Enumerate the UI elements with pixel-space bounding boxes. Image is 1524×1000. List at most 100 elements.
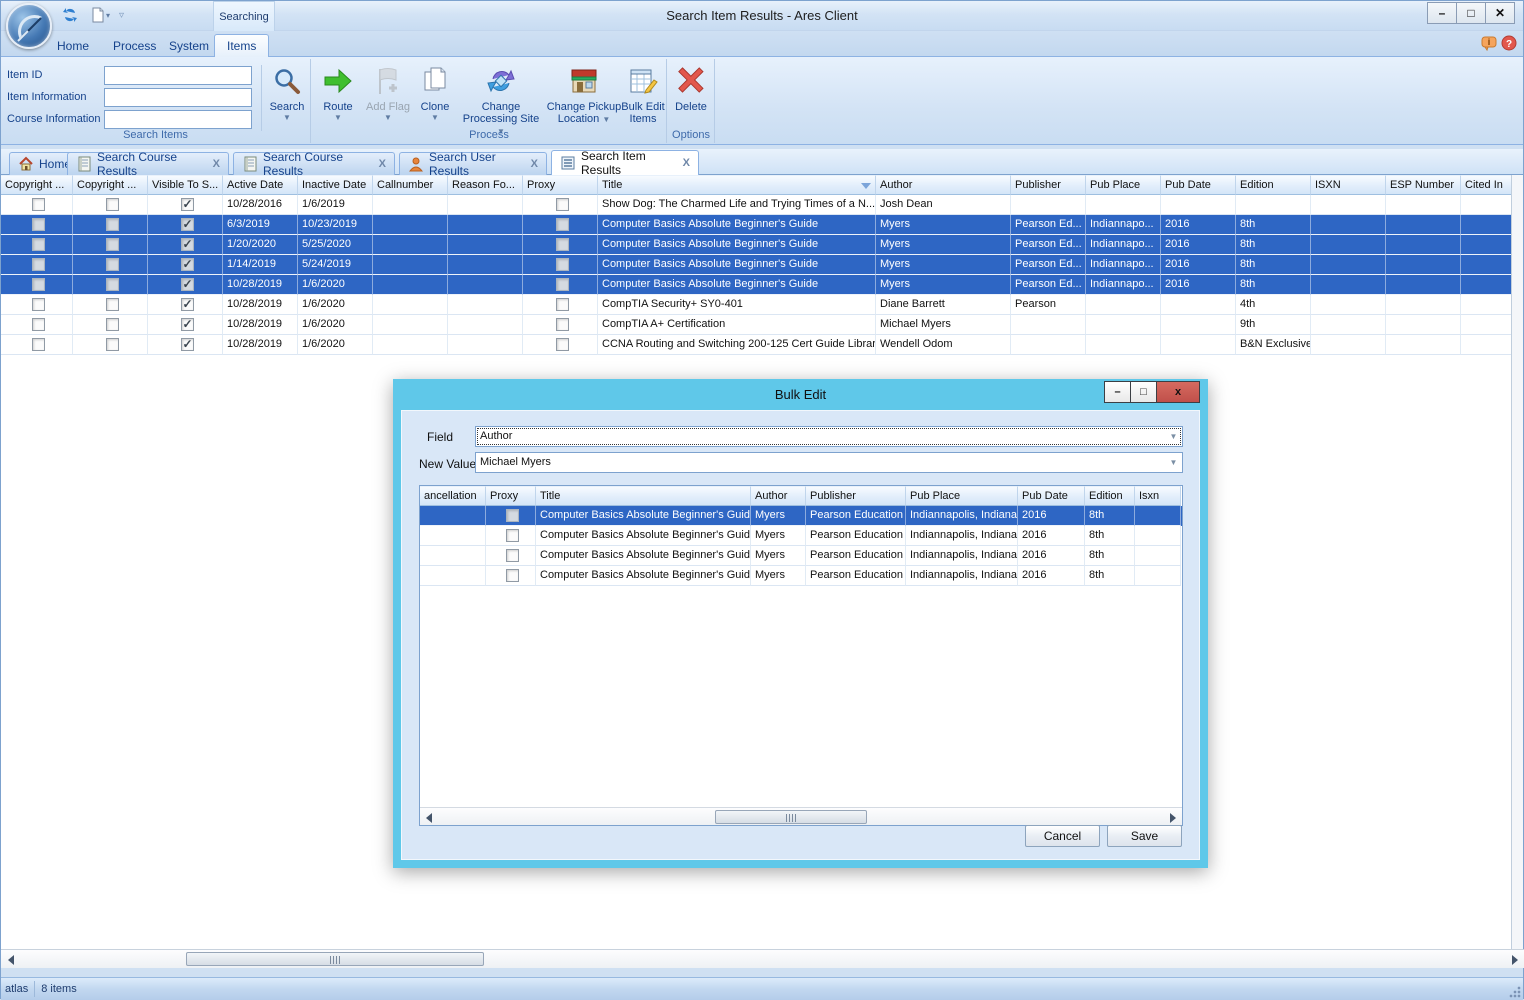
chevron-down-icon[interactable]: ▼ — [1167, 430, 1180, 443]
table-row[interactable]: Computer Basics Absolute Beginner's Guid… — [420, 546, 1182, 566]
cell-active_date[interactable]: 10/28/2019 — [223, 275, 298, 295]
cell-inactive_date[interactable]: 5/25/2020 — [298, 235, 373, 255]
close-tab-icon[interactable]: X — [213, 158, 220, 170]
cell-isxn[interactable] — [1311, 255, 1386, 275]
cell-publisher[interactable] — [1011, 335, 1086, 355]
table-row[interactable]: 10/28/20191/6/2020CompTIA Security+ SY0-… — [1, 295, 1513, 315]
table-row[interactable]: 10/28/20161/6/2019Show Dog: The Charmed … — [1, 195, 1513, 215]
copyright1-checkbox[interactable] — [32, 338, 45, 351]
cell-title[interactable]: CompTIA Security+ SY0-401 — [598, 295, 876, 315]
cell-active_date[interactable]: 1/20/2020 — [223, 235, 298, 255]
column-header-esp_number[interactable]: ESP Number — [1386, 175, 1461, 195]
copyright1-checkbox[interactable] — [32, 258, 45, 271]
vertical-scrollbar[interactable] — [1511, 175, 1523, 949]
copyright1-checkbox[interactable] — [32, 318, 45, 331]
column-header-author[interactable]: Author — [876, 175, 1011, 195]
copyright2-checkbox[interactable] — [106, 338, 119, 351]
cell-inactive_date[interactable]: 1/6/2020 — [298, 315, 373, 335]
cell-pub_date[interactable] — [1161, 295, 1236, 315]
ribbon-tab-system[interactable]: System — [157, 34, 221, 57]
visible-checkbox[interactable] — [181, 338, 194, 351]
copyright2-checkbox[interactable] — [106, 298, 119, 311]
copyright2-checkbox[interactable] — [106, 318, 119, 331]
cell-isxn[interactable] — [1311, 275, 1386, 295]
cell-title[interactable]: Computer Basics Absolute Beginner's Guid… — [598, 215, 876, 235]
cell-author[interactable]: Myers — [751, 506, 806, 526]
cell-isxn[interactable] — [1135, 506, 1181, 526]
cell-title[interactable]: Computer Basics Absolute Beginner's Guid… — [598, 235, 876, 255]
chevron-down-icon[interactable]: ▼ — [1167, 456, 1180, 469]
cell-edition[interactable]: 9th — [1236, 315, 1311, 335]
proxy-checkbox[interactable] — [556, 338, 569, 351]
cell-active_date[interactable]: 1/14/2019 — [223, 255, 298, 275]
column-header-visible[interactable]: Visible To S... — [148, 175, 223, 195]
column-header-reason[interactable]: Reason Fo... — [448, 175, 523, 195]
cell-title[interactable]: Show Dog: The Charmed Life and Trying Ti… — [598, 195, 876, 215]
proxy-checkbox[interactable] — [556, 238, 569, 251]
cell-isxn[interactable] — [1311, 335, 1386, 355]
cell-callnumber[interactable] — [373, 275, 448, 295]
cell-edition[interactable]: B&N Exclusive — [1236, 335, 1311, 355]
cell-edition[interactable]: 8th — [1236, 215, 1311, 235]
cell-edition[interactable]: 8th — [1085, 526, 1135, 546]
help-icon[interactable]: ? — [1501, 35, 1517, 51]
cell-edition[interactable]: 4th — [1236, 295, 1311, 315]
scrollbar-thumb[interactable] — [715, 810, 867, 824]
cell-pub_place[interactable]: Indiannapolis, Indiana — [906, 526, 1018, 546]
add-flag-button[interactable]: Add Flag ▼ — [364, 61, 412, 122]
cell-reason[interactable] — [448, 295, 523, 315]
cell-author[interactable]: Myers — [751, 546, 806, 566]
column-header-proxy[interactable]: Proxy — [486, 486, 536, 506]
visible-checkbox[interactable] — [181, 198, 194, 211]
cell-inactive_date[interactable]: 1/6/2020 — [298, 275, 373, 295]
cell-edition[interactable]: 8th — [1085, 506, 1135, 526]
close-tab-icon[interactable]: X — [683, 157, 690, 169]
cell-esp_number[interactable] — [1386, 335, 1461, 355]
proxy-checkbox[interactable] — [506, 529, 519, 542]
cell-author[interactable]: Myers — [876, 255, 1011, 275]
cell-inactive_date[interactable]: 5/24/2019 — [298, 255, 373, 275]
column-header-isxn[interactable]: ISXN — [1311, 175, 1386, 195]
cell-edition[interactable] — [1236, 195, 1311, 215]
new-value-dropdown[interactable]: Michael Myers ▼ — [475, 452, 1183, 473]
cell-pub_place[interactable] — [1086, 335, 1161, 355]
column-header-isxn[interactable]: Isxn — [1135, 486, 1181, 506]
item-information-field[interactable] — [104, 88, 252, 107]
table-row[interactable]: 1/20/20205/25/2020 Computer Basics Absolu… — [1, 235, 1513, 255]
close-button[interactable]: ✕ — [1485, 2, 1515, 24]
copyright2-checkbox[interactable] — [106, 258, 119, 271]
table-row[interactable]: 10/28/20191/6/2020CCNA Routing and Switc… — [1, 335, 1513, 355]
cell-cancellation[interactable] — [420, 526, 486, 546]
application-menu-button[interactable] — [6, 3, 52, 49]
cell-author[interactable]: Myers — [751, 526, 806, 546]
visible-checkbox[interactable] — [181, 318, 194, 331]
proxy-checkbox[interactable] — [556, 298, 569, 311]
cell-active_date[interactable]: 10/28/2016 — [223, 195, 298, 215]
cell-reason[interactable] — [448, 235, 523, 255]
table-row[interactable]: Computer Basics Absolute Beginner's Guid… — [420, 506, 1182, 526]
cell-pub_place[interactable]: Indiannapolis, Indiana — [906, 506, 1018, 526]
cell-callnumber[interactable] — [373, 335, 448, 355]
dialog-close-button[interactable]: x — [1156, 381, 1200, 403]
cell-author[interactable]: Myers — [876, 275, 1011, 295]
cell-publisher[interactable]: Pearson Education — [806, 506, 906, 526]
column-header-copyright1[interactable]: Copyright ... — [1, 175, 73, 195]
cell-callnumber[interactable] — [373, 255, 448, 275]
cell-pub_place[interactable] — [1086, 295, 1161, 315]
cell-publisher[interactable]: Pearson Ed... — [1011, 215, 1086, 235]
ribbon-tab-items[interactable]: Items — [214, 34, 269, 57]
column-header-proxy[interactable]: Proxy — [523, 175, 598, 195]
copyright1-checkbox[interactable] — [32, 198, 45, 211]
proxy-checkbox[interactable] — [556, 218, 569, 231]
scroll-right-icon[interactable] — [1507, 952, 1523, 967]
ribbon-tab-home[interactable]: Home — [45, 34, 101, 57]
cell-active_date[interactable]: 6/3/2019 — [223, 215, 298, 235]
change-pickup-location-button[interactable]: Change Pickup Location ▼ — [544, 61, 624, 125]
minimize-button[interactable]: – — [1427, 2, 1457, 24]
cell-publisher[interactable]: Pearson Ed... — [1011, 275, 1086, 295]
dialog-horizontal-scrollbar[interactable] — [420, 807, 1182, 825]
column-header-author[interactable]: Author — [751, 486, 806, 506]
bulk-edit-items-button[interactable]: Bulk Edit Items — [620, 61, 666, 125]
visible-checkbox[interactable] — [181, 258, 194, 271]
cell-pub_place[interactable]: Indiannapo... — [1086, 215, 1161, 235]
